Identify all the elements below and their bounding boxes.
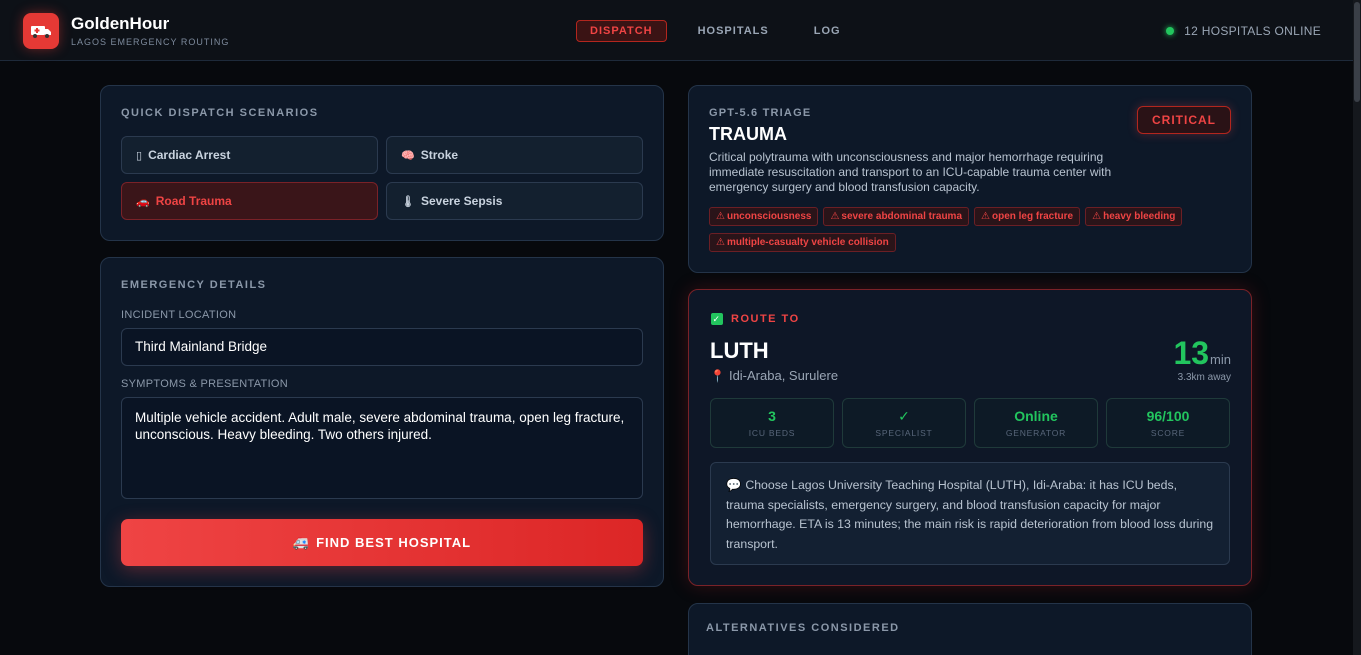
incident-location-input[interactable]: Third Mainland Bridge bbox=[121, 328, 643, 366]
stat-label: SPECIALIST bbox=[875, 428, 933, 438]
eta: 13 min bbox=[1173, 335, 1231, 372]
quick-dispatch-panel: QUICK DISPATCH SCENARIOS ▯ Cardiac Arres… bbox=[100, 85, 664, 241]
nav-dispatch[interactable]: DISPATCH bbox=[576, 20, 667, 42]
stat-label: GENERATOR bbox=[1005, 428, 1067, 438]
car-icon: 🚗 bbox=[136, 195, 150, 208]
quick-dispatch-title: QUICK DISPATCH SCENARIOS bbox=[121, 107, 319, 119]
online-status: 12 HOSPITALS ONLINE bbox=[1166, 24, 1321, 38]
alternatives-title: ALTERNATIVES CONSIDERED bbox=[706, 622, 900, 634]
heart-icon: ▯ bbox=[136, 149, 143, 162]
location-label: INCIDENT LOCATION bbox=[121, 309, 237, 321]
thermometer-icon: 🌡 bbox=[401, 195, 415, 208]
emergency-details-panel: EMERGENCY DETAILS INCIDENT LOCATION Thir… bbox=[100, 257, 664, 587]
tag-text: severe abdominal trauma bbox=[841, 211, 963, 222]
warning-icon: ⚠ bbox=[716, 237, 725, 248]
online-dot-icon bbox=[1166, 27, 1175, 35]
symptom-tag: ⚠ open leg fracture bbox=[974, 207, 1081, 226]
triage-description: Critical polytrauma with unconsciousness… bbox=[709, 150, 1112, 194]
speech-bubble-icon: 💬 bbox=[726, 478, 742, 492]
scenario-label: Cardiac Arrest bbox=[148, 148, 231, 162]
warning-icon: ⚠ bbox=[1092, 211, 1102, 222]
alternatives-panel: ALTERNATIVES CONSIDERED bbox=[688, 603, 1252, 655]
stat-label: SCORE bbox=[1150, 428, 1186, 438]
ambulance-icon: 🚑 bbox=[292, 534, 311, 550]
tag-text: multiple-casualty vehicle collision bbox=[726, 237, 889, 248]
find-best-hospital-button[interactable]: 🚑 FIND BEST HOSPITAL bbox=[121, 519, 643, 566]
app-header: GoldenHour LAGOS EMERGENCY ROUTING DISPA… bbox=[0, 0, 1353, 61]
nav-hospitals[interactable]: HOSPITALS bbox=[684, 20, 783, 42]
stat-specialist: ✓ SPECIALIST bbox=[842, 398, 966, 448]
map-pin-icon: 📍 bbox=[710, 368, 725, 383]
stat-value: 3 bbox=[768, 408, 776, 424]
scenario-label: Stroke bbox=[420, 148, 459, 162]
main-nav: DISPATCH HOSPITALS LOG bbox=[576, 20, 872, 42]
triage-model-label: GPT-5.6 TRIAGE bbox=[709, 107, 812, 119]
scenario-cardiac-arrest[interactable]: ▯ Cardiac Arrest bbox=[121, 136, 378, 174]
symptom-tag: ⚠ unconsciousness bbox=[709, 207, 819, 226]
symptom-tag: ⚠ heavy bleeding bbox=[1085, 207, 1183, 226]
symptom-tag: ⚠ severe abdominal trauma bbox=[823, 207, 970, 226]
distance: 3.3km away bbox=[1177, 372, 1231, 383]
triage-category: TRAUMA bbox=[709, 124, 787, 144]
triage-panel: GPT-5.6 TRIAGE TRAUMA CRITICAL Critical … bbox=[688, 85, 1252, 273]
warning-icon: ⚠ bbox=[716, 211, 725, 222]
scenario-label: Severe Sepsis bbox=[420, 194, 503, 208]
ambulance-logo-icon bbox=[23, 13, 59, 49]
hospital-name: LUTH bbox=[710, 338, 769, 363]
stat-value: Online bbox=[1014, 408, 1058, 424]
brain-icon: 🧠 bbox=[401, 149, 415, 162]
ambulance-icon bbox=[31, 26, 51, 38]
warning-icon: ⚠ bbox=[981, 211, 990, 222]
hospital-location: 📍 Idi-Araba, Surulere bbox=[710, 368, 838, 383]
eta-unit: min bbox=[1210, 352, 1231, 367]
eta-value: 13 bbox=[1173, 335, 1210, 371]
symptom-tags: ⚠ unconsciousness ⚠ severe abdominal traum… bbox=[709, 207, 1229, 259]
symptom-tag: ⚠ multiple-casualty vehicle collision bbox=[709, 233, 896, 252]
check-icon: ✓ bbox=[711, 313, 723, 325]
route-label-text: ROUTE TO bbox=[731, 313, 800, 325]
scenario-severe-sepsis[interactable]: 🌡 Severe Sepsis bbox=[386, 182, 643, 220]
symptoms-textarea[interactable]: Multiple vehicle accident. Adult male, s… bbox=[121, 397, 643, 499]
brand-subtitle: LAGOS EMERGENCY ROUTING bbox=[71, 37, 230, 47]
nav-log[interactable]: LOG bbox=[800, 20, 855, 42]
scrollbar-thumb[interactable] bbox=[1354, 2, 1360, 102]
stat-generator: Online GENERATOR bbox=[974, 398, 1098, 448]
find-button-label: FIND BEST HOSPITAL bbox=[316, 535, 472, 550]
hospital-location-text: Idi-Araba, Surulere bbox=[728, 368, 839, 383]
scenario-label: Road Trauma bbox=[155, 194, 232, 208]
warning-icon: ⚠ bbox=[830, 211, 840, 222]
emergency-details-title: EMERGENCY DETAILS bbox=[121, 279, 267, 291]
stat-value: 96/100 bbox=[1146, 408, 1190, 424]
stat-icu-beds: 3 ICU BEDS bbox=[710, 398, 834, 448]
tag-text: open leg fracture bbox=[991, 211, 1074, 222]
brand-title: GoldenHour bbox=[71, 14, 170, 33]
reasoning-text: Choose Lagos University Teaching Hospita… bbox=[726, 478, 1214, 551]
route-recommendation-panel: ✓ ROUTE TO LUTH 📍 Idi-Araba, Surulere 13… bbox=[688, 289, 1252, 586]
tag-text: heavy bleeding bbox=[1103, 211, 1176, 222]
online-status-text: 12 HOSPITALS ONLINE bbox=[1184, 24, 1321, 38]
tag-text: unconsciousness bbox=[726, 211, 812, 222]
stat-score: 96/100 SCORE bbox=[1106, 398, 1230, 448]
stat-label: ICU BEDS bbox=[748, 428, 796, 438]
stat-value: ✓ bbox=[898, 408, 910, 424]
scenario-stroke[interactable]: 🧠 Stroke bbox=[386, 136, 643, 174]
scenario-road-trauma[interactable]: 🚗 Road Trauma bbox=[121, 182, 378, 220]
routing-reasoning: 💬 Choose Lagos University Teaching Hospit… bbox=[710, 462, 1230, 565]
severity-badge: CRITICAL bbox=[1137, 106, 1231, 134]
symptoms-label: SYMPTOMS & PRESENTATION bbox=[121, 378, 289, 390]
route-to-label: ✓ ROUTE TO bbox=[711, 313, 800, 325]
page-scrollbar[interactable] bbox=[1353, 0, 1361, 655]
